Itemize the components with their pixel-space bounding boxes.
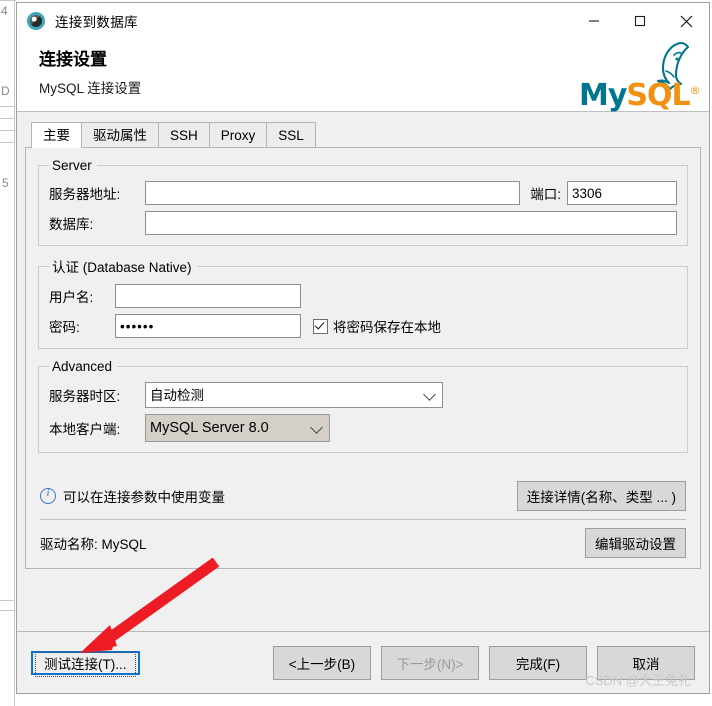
save-password-checkbox[interactable]: [313, 318, 328, 334]
port-input[interactable]: [567, 181, 677, 205]
server-group: Server 服务器地址: 端口: 数据库:: [38, 158, 688, 246]
window-controls: [571, 3, 709, 39]
authentication-group-legend: 认证 (Database Native): [52, 260, 192, 275]
local-client-label: 本地客户端:: [49, 422, 121, 437]
test-connection-label: 测试连接(T)...: [35, 651, 136, 677]
advanced-group-legend: Advanced: [52, 359, 113, 374]
back-button[interactable]: <上一步(B): [273, 645, 371, 680]
mysql-word-my: My: [579, 78, 627, 113]
next-button[interactable]: 下一步(N)>: [381, 645, 479, 680]
timezone-row: 服务器时区: 自动检测: [49, 382, 677, 408]
close-icon[interactable]: [663, 3, 709, 39]
save-password-label: 将密码保存在本地: [333, 320, 441, 335]
background-fragment: 5: [2, 176, 9, 190]
password-input[interactable]: [115, 314, 301, 338]
tab-ssh[interactable]: SSH: [158, 122, 210, 147]
tab-ssl[interactable]: SSL: [266, 122, 316, 147]
dbeaver-beaver-icon: [27, 12, 45, 30]
tab-main[interactable]: 主要: [31, 122, 82, 148]
save-password-checkbox-wrapper[interactable]: 将密码保存在本地: [313, 316, 441, 336]
info-text: 可以在连接参数中使用变量: [63, 490, 225, 505]
advanced-group: Advanced 服务器时区: 自动检测 本地客户端: MySQL Server…: [38, 359, 688, 453]
background-fragment: 4: [1, 4, 8, 18]
navigation-buttons: <上一步(B) 下一步(N)> 完成(F) 取消: [273, 645, 695, 680]
mysql-logo: MySQL®: [575, 41, 701, 115]
timezone-combo-wrapper[interactable]: 自动检测: [145, 382, 443, 408]
background-fragment: D: [1, 84, 10, 98]
dialog-content: 主要 驱动属性 SSH Proxy SSL Server 服务器地址: 端口:: [17, 112, 709, 631]
connect-to-database-dialog: 连接到数据库 连接设置 MySQL 连接设置 MySQL® 主要 驱动属性 SS…: [16, 2, 710, 694]
info-message: 可以在连接参数中使用变量: [40, 486, 225, 506]
test-connection-button[interactable]: 测试连接(T)...: [31, 650, 140, 677]
host-field-wrapper: [145, 181, 521, 205]
local-client-combo-wrapper[interactable]: MySQL Server 8.0: [145, 414, 330, 442]
driver-name-text: 驱动名称: MySQL: [40, 537, 147, 552]
cancel-button[interactable]: 取消: [597, 645, 695, 680]
info-row: 可以在连接参数中使用变量 连接详情(名称、类型 ... ): [38, 481, 688, 519]
driver-row: 驱动名称: MySQL 编辑驱动设置: [38, 528, 688, 568]
password-label: 密码:: [49, 320, 80, 335]
mysql-registered-mark: ®: [689, 84, 701, 97]
dialog-button-bar: 测试连接(T)... <上一步(B) 下一步(N)> 完成(F) 取消 CSDN…: [17, 631, 709, 693]
username-row: 用户名:: [49, 284, 677, 308]
local-client-row: 本地客户端: MySQL Server 8.0: [49, 414, 677, 442]
mysql-wordmark: MySQL®: [579, 76, 701, 113]
edit-driver-settings-button[interactable]: 编辑驱动设置: [585, 528, 686, 558]
port-label: 端口:: [530, 187, 561, 202]
connection-details-button[interactable]: 连接详情(名称、类型 ... ): [516, 481, 686, 511]
password-row: 密码: 将密码保存在本地: [49, 314, 677, 338]
mysql-word-sql: SQL: [626, 78, 690, 113]
timezone-label: 服务器时区:: [49, 389, 121, 404]
database-row: 数据库:: [49, 211, 677, 235]
database-label: 数据库:: [49, 217, 94, 232]
host-input[interactable]: [145, 181, 521, 205]
tab-panel-main: Server 服务器地址: 端口: 数据库: 认证 (Database Nati…: [25, 148, 701, 569]
minimize-icon[interactable]: [571, 3, 617, 39]
info-circle-icon: [40, 487, 56, 504]
dialog-header: 连接设置 MySQL 连接设置 MySQL®: [17, 39, 709, 111]
timezone-select[interactable]: 自动检测: [145, 382, 443, 408]
title-bar: 连接到数据库: [17, 3, 709, 39]
tab-proxy[interactable]: Proxy: [208, 122, 268, 147]
panel-spacer: [38, 463, 688, 481]
server-group-legend: Server: [52, 158, 92, 173]
authentication-group: 认证 (Database Native) 用户名: 密码: 将密码保存在本地: [38, 256, 688, 349]
host-row: 服务器地址: 端口:: [49, 181, 677, 205]
panel-divider: [40, 519, 686, 520]
finish-button[interactable]: 完成(F): [489, 645, 587, 680]
username-input[interactable]: [115, 284, 301, 308]
username-field-wrapper: [115, 284, 301, 308]
local-client-select[interactable]: MySQL Server 8.0: [145, 414, 330, 442]
username-label: 用户名:: [49, 290, 94, 305]
window-title: 连接到数据库: [55, 15, 138, 30]
database-input[interactable]: [145, 211, 677, 235]
host-label: 服务器地址:: [49, 187, 121, 202]
tab-strip: 主要 驱动属性 SSH Proxy SSL: [25, 122, 701, 148]
content-bottom-gap: [25, 569, 701, 631]
maximize-icon[interactable]: [617, 3, 663, 39]
tab-driver-properties[interactable]: 驱动属性: [81, 122, 159, 147]
